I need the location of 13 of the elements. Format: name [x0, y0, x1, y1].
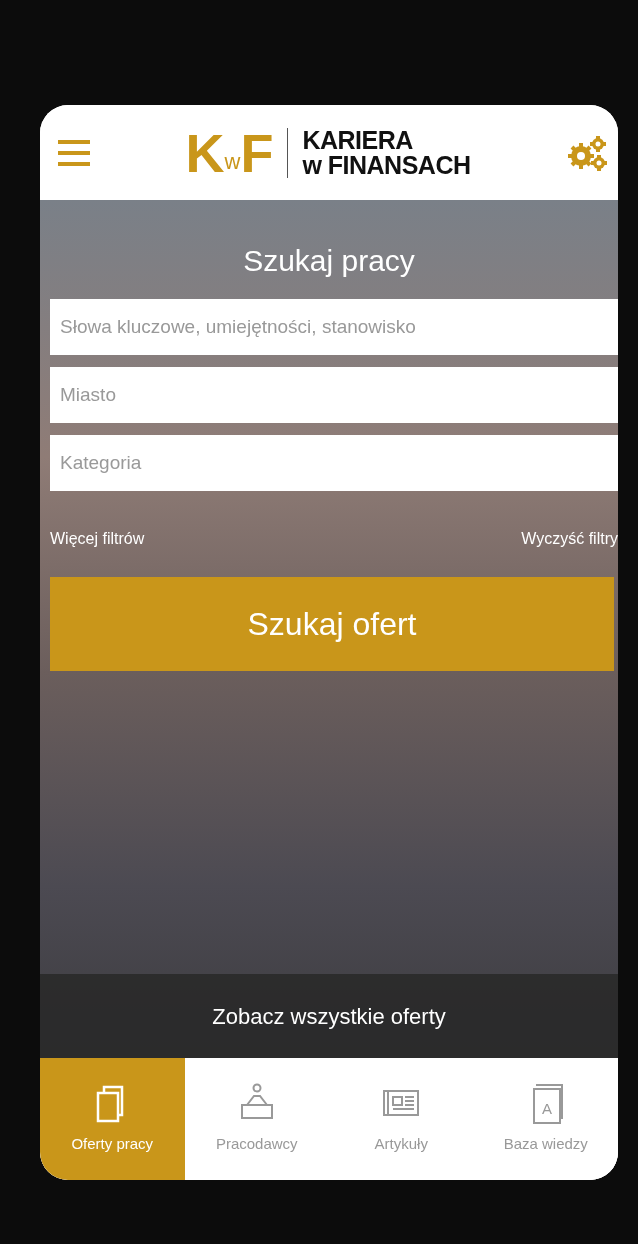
menu-icon[interactable]	[58, 139, 90, 166]
search-button[interactable]: Szukaj ofert	[50, 577, 614, 671]
logo-text: KARIERA	[302, 127, 414, 153]
nav-tab[interactable]: Oferty pracy	[40, 1058, 185, 1180]
clear-filters-link[interactable]: Wyczyść filtry	[521, 527, 618, 551]
input-field[interactable]: Słowa kluczowe, umiejętności, stanowisko	[50, 299, 618, 355]
logo-text: w FINANSACH	[302, 152, 471, 178]
settings-icon[interactable]	[566, 133, 608, 172]
more-filters-link[interactable]: Więcej filtrów	[50, 527, 145, 551]
input-field[interactable]: Kategoria	[50, 435, 618, 491]
all-offers-button[interactable]: Zobacz wszystkie oferty	[40, 974, 618, 1058]
search-title: Szukaj pracy	[242, 243, 416, 279]
input-field[interactable]: Miasto	[50, 367, 618, 423]
